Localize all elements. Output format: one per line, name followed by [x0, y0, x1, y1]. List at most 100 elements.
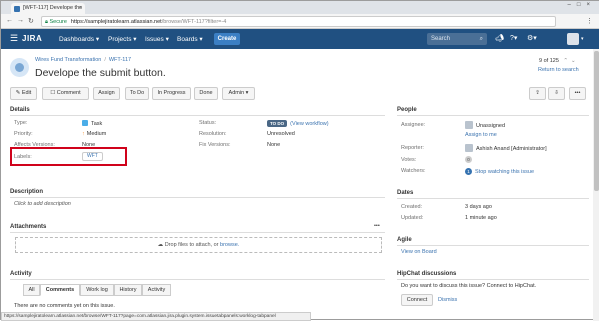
url-host: https://samplejiratolearn.atlassian.net	[70, 19, 162, 25]
issue-title[interactable]: Develope the submit button.	[35, 67, 166, 79]
hipchat-heading: HipChat discussions	[397, 271, 457, 277]
create-button[interactable]: Create	[214, 33, 240, 45]
resolution-value: Unresolved	[267, 131, 295, 137]
tab-title: [WFT-117] Develope the	[23, 5, 83, 11]
forward-arrow-icon[interactable]: →	[17, 17, 24, 24]
view-on-board-link[interactable]: View on Board	[401, 249, 437, 255]
notifications-icon[interactable]: 📣︎	[495, 34, 504, 42]
agile-divider	[397, 245, 589, 246]
nav-projects[interactable]: Projects ▾	[108, 35, 137, 43]
attachment-dropzone[interactable]: ☁ Drop files to attach, or browse.	[15, 237, 382, 253]
reporter-label: Reporter:	[401, 145, 424, 151]
edit-button[interactable]: ✎ Edit	[10, 87, 37, 100]
updated-value: 1 minute ago	[465, 215, 497, 221]
project-avatar[interactable]	[10, 58, 29, 77]
browse-link[interactable]: browse.	[220, 242, 239, 248]
drop-text: Drop files to attach, or	[164, 242, 221, 248]
description-divider	[10, 197, 385, 198]
share-icon[interactable]: ⇪	[529, 87, 546, 100]
export-icon[interactable]: ⇩	[548, 87, 565, 100]
activity-heading: Activity	[10, 271, 32, 277]
attachments-more-icon[interactable]: •••	[374, 223, 380, 229]
breadcrumb-project[interactable]: Wires Fund Transformation	[35, 57, 101, 63]
assign-button[interactable]: Assign	[93, 87, 120, 100]
tab-work-log[interactable]: Work log	[80, 284, 114, 296]
scrollbar-thumb[interactable]	[594, 51, 599, 191]
reporter-avatar-icon	[465, 144, 473, 152]
user-avatar[interactable]	[567, 33, 579, 45]
search-input[interactable]: Search ⌕	[427, 33, 487, 45]
browser-menu-icon[interactable]: ⋮	[586, 17, 593, 25]
jira-logo[interactable]: JIRA	[22, 34, 42, 43]
search-icon: ⌕	[479, 36, 483, 42]
tab-comments[interactable]: Comments	[40, 284, 80, 296]
browser-tab[interactable]: [WFT-117] Develope the ×	[11, 3, 85, 14]
dismiss-link[interactable]: Dismiss	[438, 297, 457, 303]
reload-icon[interactable]: ↻	[28, 17, 34, 25]
people-heading: People	[397, 107, 417, 113]
in-progress-button[interactable]: In Progress	[152, 87, 191, 100]
url-input[interactable]: 🔒︎ Secure https://samplejiratolearn.atlas…	[41, 16, 556, 27]
nav-boards[interactable]: Boards ▾	[177, 35, 203, 43]
address-bar-row: ← → ↻ 🔒︎ Secure https://samplejiratolearn…	[1, 14, 599, 29]
status-lozenge: TO DO	[267, 120, 288, 127]
window-controls[interactable]: –□×	[568, 2, 596, 8]
type-label: Type:	[14, 120, 28, 126]
to-do-button[interactable]: To Do	[125, 87, 149, 100]
comment-button[interactable]: ☐ Comment	[42, 87, 89, 100]
details-heading: Details	[10, 107, 30, 113]
votes-badge: 0	[465, 156, 472, 163]
no-comments-text: There are no comments yet on this issue.	[14, 303, 115, 309]
back-arrow-icon[interactable]: ←	[6, 17, 13, 24]
stop-watching-link[interactable]: Stop watching this issue	[475, 169, 534, 175]
fix-versions-label: Fix Versions:	[199, 142, 231, 148]
breadcrumb-issue-key[interactable]: WFT-117	[109, 57, 131, 63]
watchers-badge[interactable]: 1	[465, 168, 472, 175]
tab-history[interactable]: History	[114, 284, 142, 296]
created-label: Created:	[401, 204, 423, 210]
help-icon[interactable]: ?▾	[510, 34, 517, 42]
nav-issues[interactable]: Issues ▾	[145, 35, 169, 43]
pager-count: 9 of 125	[539, 58, 559, 64]
votes-label: Votes:	[401, 157, 417, 163]
avatar-chevron-icon[interactable]: ▾	[581, 36, 584, 42]
votes-value[interactable]: 0	[465, 156, 472, 163]
tab-activity[interactable]: Activity	[142, 284, 171, 296]
status-label: Status:	[199, 120, 217, 126]
browser-window: [WFT-117] Develope the × –□× ← → ↻ 🔒︎ Se…	[0, 0, 599, 321]
settings-gear-icon[interactable]: ⚙▾	[527, 34, 537, 42]
priority-arrow-icon: ↑	[82, 131, 85, 137]
status-value: TO DO (View workflow)	[267, 120, 329, 127]
assign-to-me-link[interactable]: Assign to me	[465, 132, 497, 138]
done-button[interactable]: Done	[194, 87, 218, 100]
assignee-label: Assignee:	[401, 122, 426, 128]
agile-heading: Agile	[397, 237, 412, 243]
admin-button[interactable]: Admin ▾	[222, 87, 255, 100]
description-placeholder[interactable]: Click to add description	[14, 201, 71, 207]
nav-dashboards[interactable]: Dashboards ▾	[59, 35, 99, 43]
return-to-search-link[interactable]: Return to search	[538, 67, 579, 73]
url-path: /browse/WFT-117?filter=-4	[161, 19, 227, 25]
priority-label: Priority:	[14, 131, 33, 137]
jira-header: ☰ JIRA Dashboards ▾ Projects ▾ Issues ▾ …	[1, 29, 599, 49]
pager-down-icon[interactable]: ⌄	[571, 58, 576, 64]
people-divider	[397, 115, 589, 116]
pager-up-icon[interactable]: ⌃	[563, 58, 568, 64]
hipchat-prompt: Do you want to discuss this issue? Conne…	[401, 283, 537, 289]
connect-button[interactable]: Connect	[401, 294, 433, 306]
more-options-icon[interactable]: •••	[569, 87, 586, 100]
updated-label: Updated:	[401, 215, 424, 221]
assignee-avatar-icon	[465, 121, 473, 129]
assignee-value: Unassigned	[465, 121, 505, 129]
attachments-divider	[10, 232, 385, 233]
reporter-value[interactable]: Ashish Anand [Administrator]	[465, 144, 547, 152]
activity-divider	[10, 279, 385, 280]
issue-pager: 9 of 125 ⌃ ⌄	[539, 58, 576, 64]
priority-value: ↑ Medium	[82, 131, 107, 137]
close-tab-icon[interactable]: ×	[79, 3, 82, 14]
tab-all[interactable]: All	[23, 284, 40, 296]
app-switcher-icon[interactable]: ☰	[10, 34, 18, 43]
hipchat-divider	[397, 279, 589, 280]
cloud-upload-icon: ☁	[157, 242, 165, 248]
view-workflow-link[interactable]: (View workflow)	[290, 121, 328, 127]
